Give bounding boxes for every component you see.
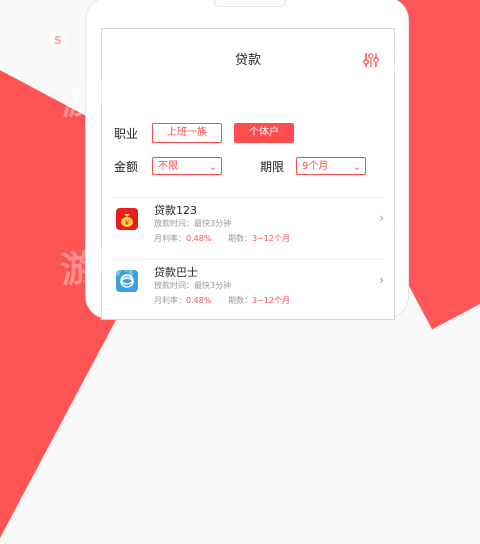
chevron-down-icon: ⌄ xyxy=(208,162,217,173)
phone-frame: 贷款 职业 上班一族 个体户 金额 不限 ⌄ 期限 9个月 ⌄ ¥ 贷款123 … xyxy=(86,0,408,320)
amount-term-filter-row: 金额 不限 ⌄ 期限 9个月 ⌄ xyxy=(114,154,382,178)
app-screen: 贷款 职业 上班一族 个体户 金额 不限 ⌄ 期限 9个月 ⌄ ¥ 贷款123 … xyxy=(101,28,395,320)
page-title: 贷款 xyxy=(234,53,261,68)
divider xyxy=(112,197,384,198)
title-bar: 贷款 xyxy=(102,29,394,81)
phone-speaker xyxy=(214,0,286,7)
amount-select-value: 不限 xyxy=(158,161,178,172)
bus-logo-icon xyxy=(116,270,138,292)
divider xyxy=(112,259,384,260)
product-name: 贷款巴士 xyxy=(154,266,198,279)
amount-label: 金额 xyxy=(114,159,139,174)
term-select-value: 9个月 xyxy=(302,161,329,172)
money-bag-icon: ¥ xyxy=(116,208,138,230)
product-name: 贷款123 xyxy=(154,204,197,217)
chevron-right-icon: › xyxy=(379,211,384,225)
term-label: 期限 xyxy=(260,159,285,174)
background-badge-icon: S xyxy=(48,30,68,50)
loan-product-item[interactable]: ¥ 贷款123 放款时间：最快3分钟 月利率：0.48% 期数：3~12个月 › xyxy=(102,197,394,255)
occupation-option-employee[interactable]: 上班一族 xyxy=(152,123,222,143)
product-loan-time: 放款时间：最快3分钟 xyxy=(154,281,232,290)
term-select[interactable]: 9个月 ⌄ xyxy=(296,157,366,175)
occupation-label: 职业 xyxy=(114,126,139,141)
amount-select[interactable]: 不限 ⌄ xyxy=(152,157,222,175)
loan-product-item[interactable]: 贷款巴士 放款时间：最快3分钟 月利率：0.48% 期数：3~12个月 › xyxy=(102,259,394,317)
product-rate-term: 月利率：0.48% 期数：3~12个月 xyxy=(154,296,290,305)
occupation-option-self-employed[interactable]: 个体户 xyxy=(234,123,294,143)
product-loan-time: 放款时间：最快3分钟 xyxy=(154,219,232,228)
filter-icon[interactable] xyxy=(362,51,380,69)
occupation-filter-row: 职业 上班一族 个体户 xyxy=(114,121,382,145)
chevron-down-icon: ⌄ xyxy=(352,162,361,173)
chevron-right-icon: › xyxy=(379,273,384,287)
svg-text:¥: ¥ xyxy=(125,219,130,227)
watermark-url: www.yesgame.net xyxy=(322,104,396,113)
product-rate-term: 月利率：0.48% 期数：3~12个月 xyxy=(154,234,290,243)
